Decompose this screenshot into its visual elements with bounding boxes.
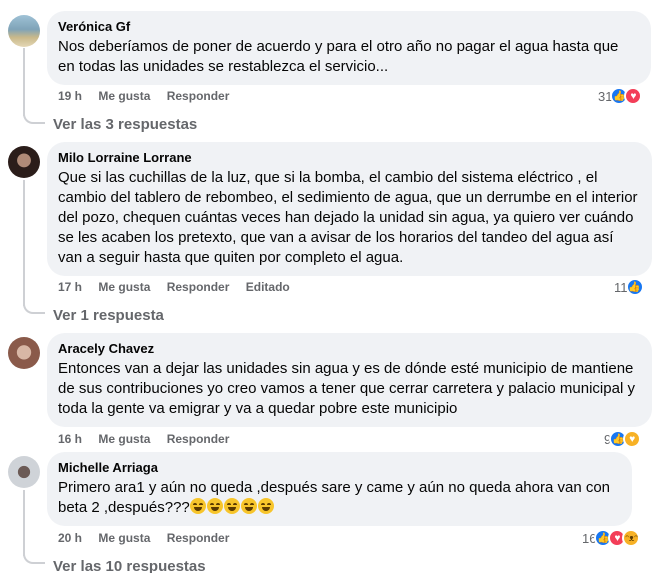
edited-label: Editado <box>245 280 290 294</box>
avatar[interactable] <box>8 15 40 47</box>
comment-author[interactable]: Milo Lorraine Lorrane <box>58 149 640 166</box>
avatar[interactable] <box>8 146 40 178</box>
comment-text: Que si las cuchillas de la luz, que si l… <box>58 169 638 266</box>
view-replies-link[interactable]: Ver las 3 respuestas <box>53 115 197 135</box>
laughing-emoji-icon <box>189 498 206 514</box>
thread-connector <box>23 554 45 564</box>
like-button[interactable]: Me gusta <box>98 432 150 446</box>
reply-button[interactable]: Responder <box>167 280 230 294</box>
comment-text: Primero ara1 y aún no queda ,después sar… <box>58 478 620 518</box>
comment-actions: 19 h Me gusta Responder <box>58 88 242 104</box>
reaction-summary[interactable]: 11 👍 <box>614 277 644 297</box>
thread-connector <box>23 304 45 314</box>
thread-connector <box>23 114 45 124</box>
comment-bubble: Michelle Arriaga Primero ara1 y aún no q… <box>47 452 632 526</box>
laughing-emoji-icon <box>223 498 240 514</box>
avatar[interactable] <box>8 456 40 488</box>
laughing-emoji-icon <box>240 498 257 514</box>
comment-time[interactable]: 17 h <box>58 280 82 294</box>
comment-actions: 17 h Me gusta Responder Editado <box>58 279 303 295</box>
comment-author[interactable]: Michelle Arriaga <box>58 459 620 476</box>
reaction-summary[interactable]: 16 👍 ♥ ᵔᴥᵔ <box>582 528 641 548</box>
comment-author[interactable]: Aracely Chavez <box>58 340 640 357</box>
reaction-summary[interactable]: 31 👍 ♥ <box>598 86 643 106</box>
view-replies-link[interactable]: Ver las 10 respuestas <box>53 557 206 573</box>
thread-line <box>23 490 25 556</box>
love-icon: ♥ <box>624 87 643 105</box>
comment-text: Entonces van a dejar las unidades sin ag… <box>58 360 635 417</box>
comment-time[interactable]: 16 h <box>58 432 82 446</box>
reaction-summary[interactable]: 9 👍 ♥ <box>604 429 642 449</box>
view-replies-link[interactable]: Ver 1 respuesta <box>53 306 164 326</box>
like-icon: 👍 <box>625 278 644 296</box>
avatar[interactable] <box>8 337 40 369</box>
comment-text-body: Primero ara1 y aún no queda ,después sar… <box>58 479 611 516</box>
laughing-emoji-icon <box>257 498 274 514</box>
comment-time[interactable]: 19 h <box>58 89 82 103</box>
laughing-emoji-icon <box>206 498 223 514</box>
reply-button[interactable]: Responder <box>167 432 230 446</box>
comment-time[interactable]: 20 h <box>58 531 82 545</box>
comment-bubble: Milo Lorraine Lorrane Que si las cuchill… <box>47 142 652 276</box>
like-button[interactable]: Me gusta <box>98 280 150 294</box>
like-button[interactable]: Me gusta <box>98 531 150 545</box>
comment-text: Nos deberíamos de poner de acuerdo y par… <box>58 38 619 75</box>
care-icon: ♥ <box>623 430 642 448</box>
haha-icon: ᵔᴥᵔ <box>622 529 641 547</box>
reply-button[interactable]: Responder <box>167 89 230 103</box>
thread-line <box>23 48 25 116</box>
comment-bubble: Aracely Chavez Entonces van a dejar las … <box>47 333 652 427</box>
comment-bubble: Verónica Gf Nos deberíamos de poner de a… <box>47 11 651 85</box>
thread-line <box>23 180 25 306</box>
comment-actions: 16 h Me gusta Responder <box>58 431 242 447</box>
comment-author[interactable]: Verónica Gf <box>58 18 639 35</box>
reply-button[interactable]: Responder <box>167 531 230 545</box>
comment-actions: 20 h Me gusta Responder <box>58 530 242 546</box>
laughing-emoji-group <box>189 498 275 516</box>
like-button[interactable]: Me gusta <box>98 89 150 103</box>
